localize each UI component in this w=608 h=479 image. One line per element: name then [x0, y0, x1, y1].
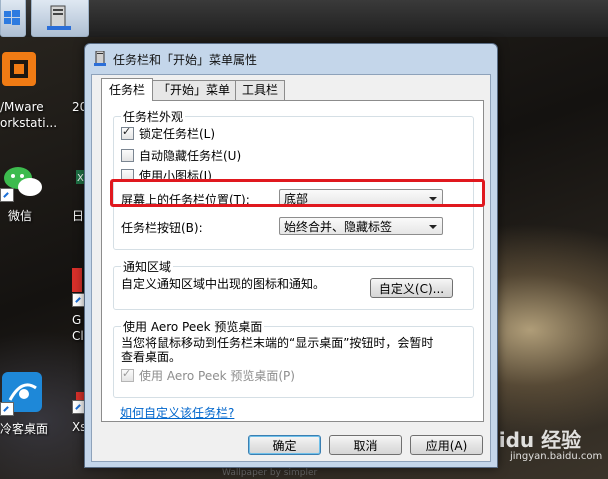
svg-text:X: X [77, 173, 84, 184]
desktop-icon-label: /Mware [0, 100, 44, 114]
tab-start-menu[interactable]: 「开始」菜单 [152, 80, 236, 100]
autohide-label[interactable]: 自动隐藏任务栏(U) [139, 147, 241, 164]
taskbar-buttons-label: 任务栏按钮(B): [121, 221, 203, 235]
desktop-icon-label: Cl [72, 329, 84, 343]
tab-taskbar[interactable]: 任务栏 [101, 78, 153, 101]
desktop-icon-label: 日 [72, 209, 85, 223]
customize-button[interactable]: 自定义(C)... [370, 278, 453, 298]
taskbar-button-partial[interactable] [0, 0, 26, 37]
chevron-down-icon [429, 225, 437, 229]
desktop-icon-label: 冷客桌面 [0, 422, 49, 436]
desktop-icon-label: G [72, 313, 82, 327]
watermark-url: jingyan.baidu.com [510, 451, 603, 462]
lock-taskbar-checkbox[interactable] [121, 125, 134, 140]
taskbar-button-properties[interactable] [31, 0, 89, 37]
aero-peek-checkbox[interactable] [121, 367, 134, 382]
group-notification-area: 通知区域 自定义通知区域中出现的图标和通知。 自定义(C)... [113, 258, 474, 310]
top-taskbar-strip [0, 0, 608, 37]
cancel-button[interactable]: 取消 [329, 435, 402, 455]
window-title: 任务栏和「开始」菜单属性 [113, 53, 258, 67]
tab-toolbars[interactable]: 工具栏 [235, 80, 285, 100]
shortcut-arrow-icon [0, 188, 14, 202]
lock-taskbar-label[interactable]: 锁定任务栏(L) [139, 125, 215, 142]
taskbar-buttons-select[interactable]: 始终合并、隐藏标签 [279, 217, 443, 235]
taskbar-buttons-value: 始终合并、隐藏标签 [284, 220, 393, 234]
group-title: 使用 Aero Peek 预览桌面 [121, 318, 265, 335]
group-aero-peek: 使用 Aero Peek 预览桌面 当您将鼠标移动到任务栏末端的“显示桌面”按钮… [113, 318, 474, 398]
autohide-checkbox[interactable] [121, 149, 134, 162]
desktop-icon-label: 微信 [8, 209, 33, 223]
apply-button[interactable]: 应用(A) [410, 435, 483, 455]
computer-icon [47, 5, 71, 30]
windows-icon [4, 10, 20, 25]
tab-panel-taskbar: 任务栏外观 锁定任务栏(L) 自动隐藏任务栏(U) 使用小图标(I) 屏幕上的任… [101, 100, 484, 422]
wallpaper-credit: Wallpaper by simpler [222, 468, 318, 478]
aero-peek-label[interactable]: 使用 Aero Peek 预览桌面(P) [139, 367, 295, 384]
title-bar[interactable]: 任务栏和「开始」菜单属性 [85, 44, 497, 72]
dialog-client-area: 任务栏 「开始」菜单 工具栏 任务栏外观 锁定任务栏(L) 自动隐藏任务栏(U)… [91, 74, 491, 462]
vmware-icon [2, 52, 36, 86]
desktop-icon-label: orkstati... [0, 116, 58, 130]
computer-icon [94, 51, 106, 66]
red-highlight-box [110, 179, 485, 207]
help-link[interactable]: 如何自定义该任务栏? [120, 404, 234, 421]
peek-description-line2: 查看桌面。 [121, 350, 182, 364]
ok-button[interactable]: 确定 [248, 435, 321, 455]
group-title: 通知区域 [121, 258, 174, 275]
group-title: 任务栏外观 [121, 108, 186, 125]
taskbar-properties-dialog: 任务栏和「开始」菜单属性 任务栏 「开始」菜单 工具栏 任务栏外观 锁定任务栏(… [84, 43, 498, 468]
shortcut-arrow-icon [0, 402, 14, 416]
notification-description: 自定义通知区域中出现的图标和通知。 [121, 277, 326, 291]
